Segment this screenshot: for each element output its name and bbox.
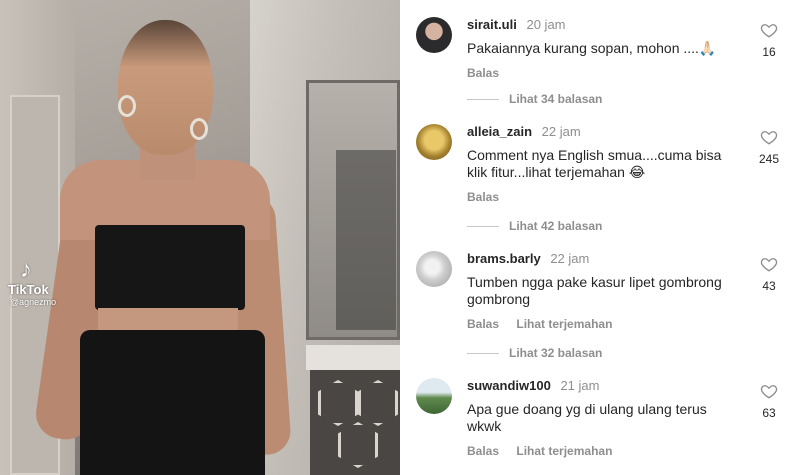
person-black-skirt [80, 330, 265, 475]
heart-outline-icon [760, 385, 778, 399]
comment-timestamp: 22 jam [541, 124, 581, 139]
comments-panel: sirait.uli 20 jam Pakaiannya kurang sopa… [400, 0, 800, 475]
cabinet-hex-pattern [318, 380, 358, 426]
person-black-top [95, 225, 245, 310]
view-replies-button[interactable]: Lihat 42 balasan [467, 219, 602, 233]
comment-text: Pakaiannya kurang sopan, mohon ....🙏🏻 [467, 40, 717, 56]
comment-username[interactable]: suwandiw100 [467, 378, 551, 393]
comment-text: Apa gue doang yg di ulang ulang terus wk… [467, 401, 707, 434]
see-translation-button[interactable]: Lihat terjemahan [516, 317, 612, 331]
view-replies-button[interactable]: Lihat 32 balasan [467, 346, 602, 360]
like-count: 245 [758, 152, 780, 166]
background-cabinet [310, 370, 400, 475]
comment-text: Comment nya English smua....cuma bisa kl… [467, 147, 722, 180]
like-button[interactable]: 43 [756, 255, 782, 293]
heart-outline-icon [760, 258, 778, 272]
cabinet-hex-pattern [338, 422, 378, 468]
heart-outline-icon [760, 131, 778, 145]
reply-button[interactable]: Balas [467, 66, 499, 80]
background-counter [306, 345, 400, 370]
reply-button[interactable]: Balas [467, 190, 499, 204]
comment-timestamp: 22 jam [550, 251, 590, 266]
like-count: 16 [762, 45, 776, 59]
like-count: 63 [762, 406, 776, 420]
tiktok-username: @agnezmo [10, 297, 57, 307]
earring-left [118, 95, 136, 117]
like-button[interactable]: 16 [756, 21, 782, 59]
reply-button[interactable]: Balas [467, 444, 499, 458]
comment-username[interactable]: sirait.uli [467, 17, 517, 32]
video-frame[interactable]: ♪ TikTok @agnezmo [0, 0, 400, 475]
comment-username[interactable]: alleia_zain [467, 124, 532, 139]
avatar[interactable] [416, 251, 452, 287]
tiktok-watermark: ♪ TikTok @agnezmo [8, 256, 57, 308]
reply-button[interactable]: Balas [467, 317, 499, 331]
tiktok-logo-icon: ♪ [20, 256, 32, 283]
see-translation-button[interactable]: Lihat terjemahan [516, 444, 612, 458]
comment-timestamp: 20 jam [526, 17, 566, 32]
earring-right [190, 118, 208, 140]
avatar[interactable] [416, 124, 452, 160]
tiktok-brand: TikTok [8, 282, 49, 297]
comment-timestamp: 21 jam [560, 378, 600, 393]
comment-username[interactable]: brams.barly [467, 251, 541, 266]
avatar[interactable] [416, 378, 452, 414]
like-button[interactable]: 63 [756, 382, 782, 420]
like-button[interactable]: 245 [756, 128, 782, 166]
like-count: 43 [762, 279, 776, 293]
avatar[interactable] [416, 17, 452, 53]
background-mirror-reflection [336, 150, 396, 330]
view-replies-button[interactable]: Lihat 34 balasan [467, 92, 602, 106]
cabinet-hex-pattern [358, 380, 398, 426]
comment-text: Tumben ngga pake kasur lipet gombrong go… [467, 274, 722, 307]
heart-outline-icon [760, 24, 778, 38]
